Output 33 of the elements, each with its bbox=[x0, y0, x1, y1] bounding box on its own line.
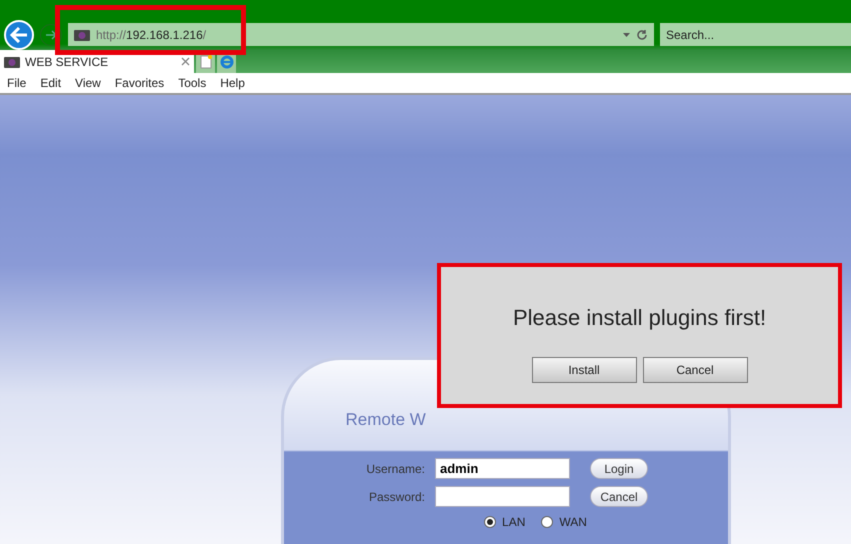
field-label: Password: bbox=[368, 490, 425, 504]
menu-item[interactable]: File bbox=[7, 76, 26, 90]
menu-item[interactable]: Edit bbox=[40, 76, 62, 90]
form-button[interactable]: Login bbox=[590, 458, 648, 479]
browser-logo-icon[interactable] bbox=[220, 54, 234, 68]
menu-item[interactable]: View bbox=[75, 76, 101, 90]
search-field[interactable]: Search... bbox=[660, 23, 851, 46]
refresh-icon[interactable] bbox=[636, 28, 648, 40]
url-text: http://192.168.1.216/ bbox=[96, 28, 208, 42]
new-tab-icon[interactable] bbox=[200, 54, 212, 68]
address-bar[interactable]: http://192.168.1.216/ bbox=[68, 23, 654, 46]
dropdown-icon[interactable] bbox=[623, 32, 630, 36]
back-arrow-icon[interactable] bbox=[10, 27, 28, 43]
close-icon[interactable] bbox=[181, 57, 190, 66]
radio-button[interactable] bbox=[541, 516, 554, 528]
camera-icon bbox=[74, 28, 90, 40]
forward-button[interactable] bbox=[40, 24, 62, 46]
dialog-message: Please install plugins first! bbox=[512, 305, 766, 331]
radio-button[interactable] bbox=[484, 516, 496, 528]
back-button[interactable] bbox=[4, 20, 34, 50]
field-label: Username: bbox=[365, 462, 425, 476]
dialog-button[interactable]: Cancel bbox=[642, 357, 748, 383]
input-field[interactable] bbox=[435, 486, 570, 507]
input-field[interactable]: admin bbox=[435, 458, 570, 479]
form-button[interactable]: Cancel bbox=[590, 486, 648, 507]
menu-item[interactable]: Favorites bbox=[114, 76, 164, 90]
menu-item[interactable]: Tools bbox=[178, 76, 206, 90]
dialog-button[interactable]: Install bbox=[532, 357, 636, 383]
radio-label: WAN bbox=[559, 515, 587, 529]
radio-label: LAN bbox=[502, 515, 526, 529]
login-title: Remote W bbox=[346, 410, 426, 431]
menu-item[interactable]: Help bbox=[220, 76, 245, 90]
camera-icon bbox=[4, 56, 20, 68]
